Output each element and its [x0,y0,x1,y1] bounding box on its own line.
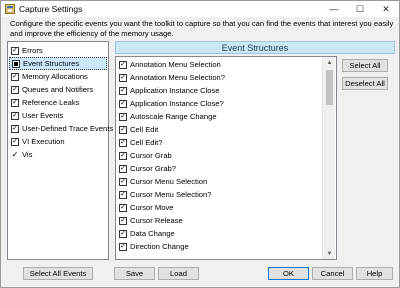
category-list[interactable]: ✓ Errors Event Structures ✓ Memory Alloc… [7,41,113,260]
event-item[interactable]: ✓ Annotation Menu Selection? [119,71,225,84]
checkbox-checked-icon[interactable]: ✓ [119,112,127,121]
checkbox-checked-icon[interactable]: ✓ [119,138,127,147]
event-item[interactable]: ✓ Data Change [119,227,175,240]
category-label: Reference Leaks [22,98,80,107]
category-label: User-Defined Trace Events [22,124,114,133]
checkbox-checked-icon[interactable]: ✓ [119,190,127,199]
event-label: Cell Edit? [130,138,163,147]
event-label: Cursor Grab? [130,164,177,173]
checkbox-partial-icon[interactable] [12,59,20,68]
checkbox-checked-icon[interactable]: ✓ [119,242,127,251]
checkbox-checked-icon[interactable]: ✓ [119,60,127,69]
window-title: Capture Settings [19,4,83,14]
checkbox-checked-icon[interactable]: ✓ [11,124,19,133]
category-item-reference-leaks[interactable]: ✓ Reference Leaks [9,96,107,109]
checkbox-checked-icon[interactable]: ✓ [119,125,127,134]
category-item-errors[interactable]: ✓ Errors [9,44,107,57]
event-label: Cell Edit [130,125,159,134]
save-button[interactable]: Save [114,267,155,280]
deselect-all-button[interactable]: Deselect All [342,77,388,90]
event-item[interactable]: ✓ Cursor Menu Selection? [119,188,211,201]
category-item-user-defined-trace-events[interactable]: ✓ User-Defined Trace Events [9,122,113,135]
event-item[interactable]: ✓ Cursor Release [119,214,183,227]
capture-settings-window: Capture Settings — ☐ ✕ Configure the spe… [0,0,400,288]
category-item-queues-and-notifiers[interactable]: ✓ Queues and Notifiers [9,83,107,96]
ok-button[interactable]: OK [268,267,309,280]
checkbox-checked-icon[interactable]: ✓ [119,86,127,95]
event-label: Data Change [130,229,175,238]
event-item[interactable]: ✓ Cell Edit? [119,136,163,149]
checkbox-checked-icon[interactable]: ✓ [11,137,19,146]
event-label: Annotation Menu Selection [130,60,221,69]
maximize-button[interactable]: ☐ [347,1,373,17]
checkbox-checked-icon[interactable]: ✓ [11,46,19,55]
category-label: Errors [22,46,43,55]
checkbox-checked-icon[interactable]: ✓ [119,73,127,82]
category-label: Memory Allocations [22,72,88,81]
scroll-down-arrow-icon[interactable]: ▼ [323,248,336,259]
event-label: Application Instance Close? [130,99,224,108]
close-button[interactable]: ✕ [373,1,399,17]
checkbox-checked-icon[interactable]: ✓ [11,98,19,107]
event-item[interactable]: ✓ Cell Edit [119,123,158,136]
title-bar[interactable]: Capture Settings — ☐ ✕ [1,1,399,17]
checkmark-icon[interactable]: ✓ [11,151,19,159]
event-label: Autoscale Range Change [130,112,217,121]
event-label: Cursor Grab [130,151,172,160]
checkbox-checked-icon[interactable]: ✓ [11,72,19,81]
event-list-scrollbar[interactable]: ▲ ▼ [322,57,335,259]
checkbox-checked-icon[interactable]: ✓ [119,99,127,108]
event-label: Annotation Menu Selection? [130,73,225,82]
category-label: Queues and Notifiers [22,85,94,94]
category-label: User Events [22,111,64,120]
scroll-thumb[interactable] [326,70,333,105]
minimize-button[interactable]: — [321,1,347,17]
checkbox-checked-icon[interactable]: ✓ [11,111,19,120]
event-label: Cursor Release [130,216,183,225]
category-item-user-events[interactable]: ✓ User Events [9,109,107,122]
load-button[interactable]: Load [158,267,199,280]
category-item-vi-execution[interactable]: ✓ VI Execution [9,135,107,148]
event-item[interactable]: ✓ Autoscale Range Change [119,110,217,123]
app-icon [5,4,15,14]
description-text: Configure the specific events you want t… [10,19,394,38]
event-label: Cursor Menu Selection? [130,190,212,199]
checkbox-checked-icon[interactable]: ✓ [119,177,127,186]
event-item[interactable]: ✓ Direction Change [119,240,189,253]
checkbox-checked-icon[interactable]: ✓ [119,164,127,173]
select-all-events-button[interactable]: Select All Events [23,267,93,280]
checkbox-checked-icon[interactable]: ✓ [119,216,127,225]
event-label: Cursor Move [130,203,174,212]
checkbox-checked-icon[interactable]: ✓ [119,203,127,212]
checkbox-checked-icon[interactable]: ✓ [11,85,19,94]
category-label: Vis [22,150,33,159]
event-item[interactable]: ✓ Cursor Grab? [119,162,176,175]
checkbox-checked-icon[interactable]: ✓ [119,229,127,238]
category-label: Event Structures [23,59,80,68]
event-label: Direction Change [130,242,189,251]
events-header: Event Structures [115,41,395,54]
event-item[interactable]: ✓ Application Instance Close? [119,97,224,110]
category-item-event-structures[interactable]: Event Structures [9,57,107,70]
select-all-button[interactable]: Select All [342,59,388,72]
event-item[interactable]: ✓ Cursor Menu Selection [119,175,207,188]
event-list[interactable]: ✓ Annotation Menu Selection ✓ Annotation M… [115,56,337,260]
cancel-button[interactable]: Cancel [312,267,353,280]
event-item[interactable]: ✓ Annotation Menu Selection [119,58,221,71]
event-item[interactable]: ✓ Cursor Grab [119,149,172,162]
event-label: Cursor Menu Selection [130,177,208,186]
event-item[interactable]: ✓ Application Instance Close [119,84,220,97]
event-label: Application Instance Close [130,86,220,95]
category-label: VI Execution [22,137,65,146]
event-item[interactable]: ✓ Cursor Move [119,201,173,214]
category-item-vis[interactable]: ✓ Vis [9,148,107,161]
help-button[interactable]: Help [356,267,393,280]
category-item-memory-allocations[interactable]: ✓ Memory Allocations [9,70,107,83]
scroll-up-arrow-icon[interactable]: ▲ [323,57,336,68]
checkbox-checked-icon[interactable]: ✓ [119,151,127,160]
